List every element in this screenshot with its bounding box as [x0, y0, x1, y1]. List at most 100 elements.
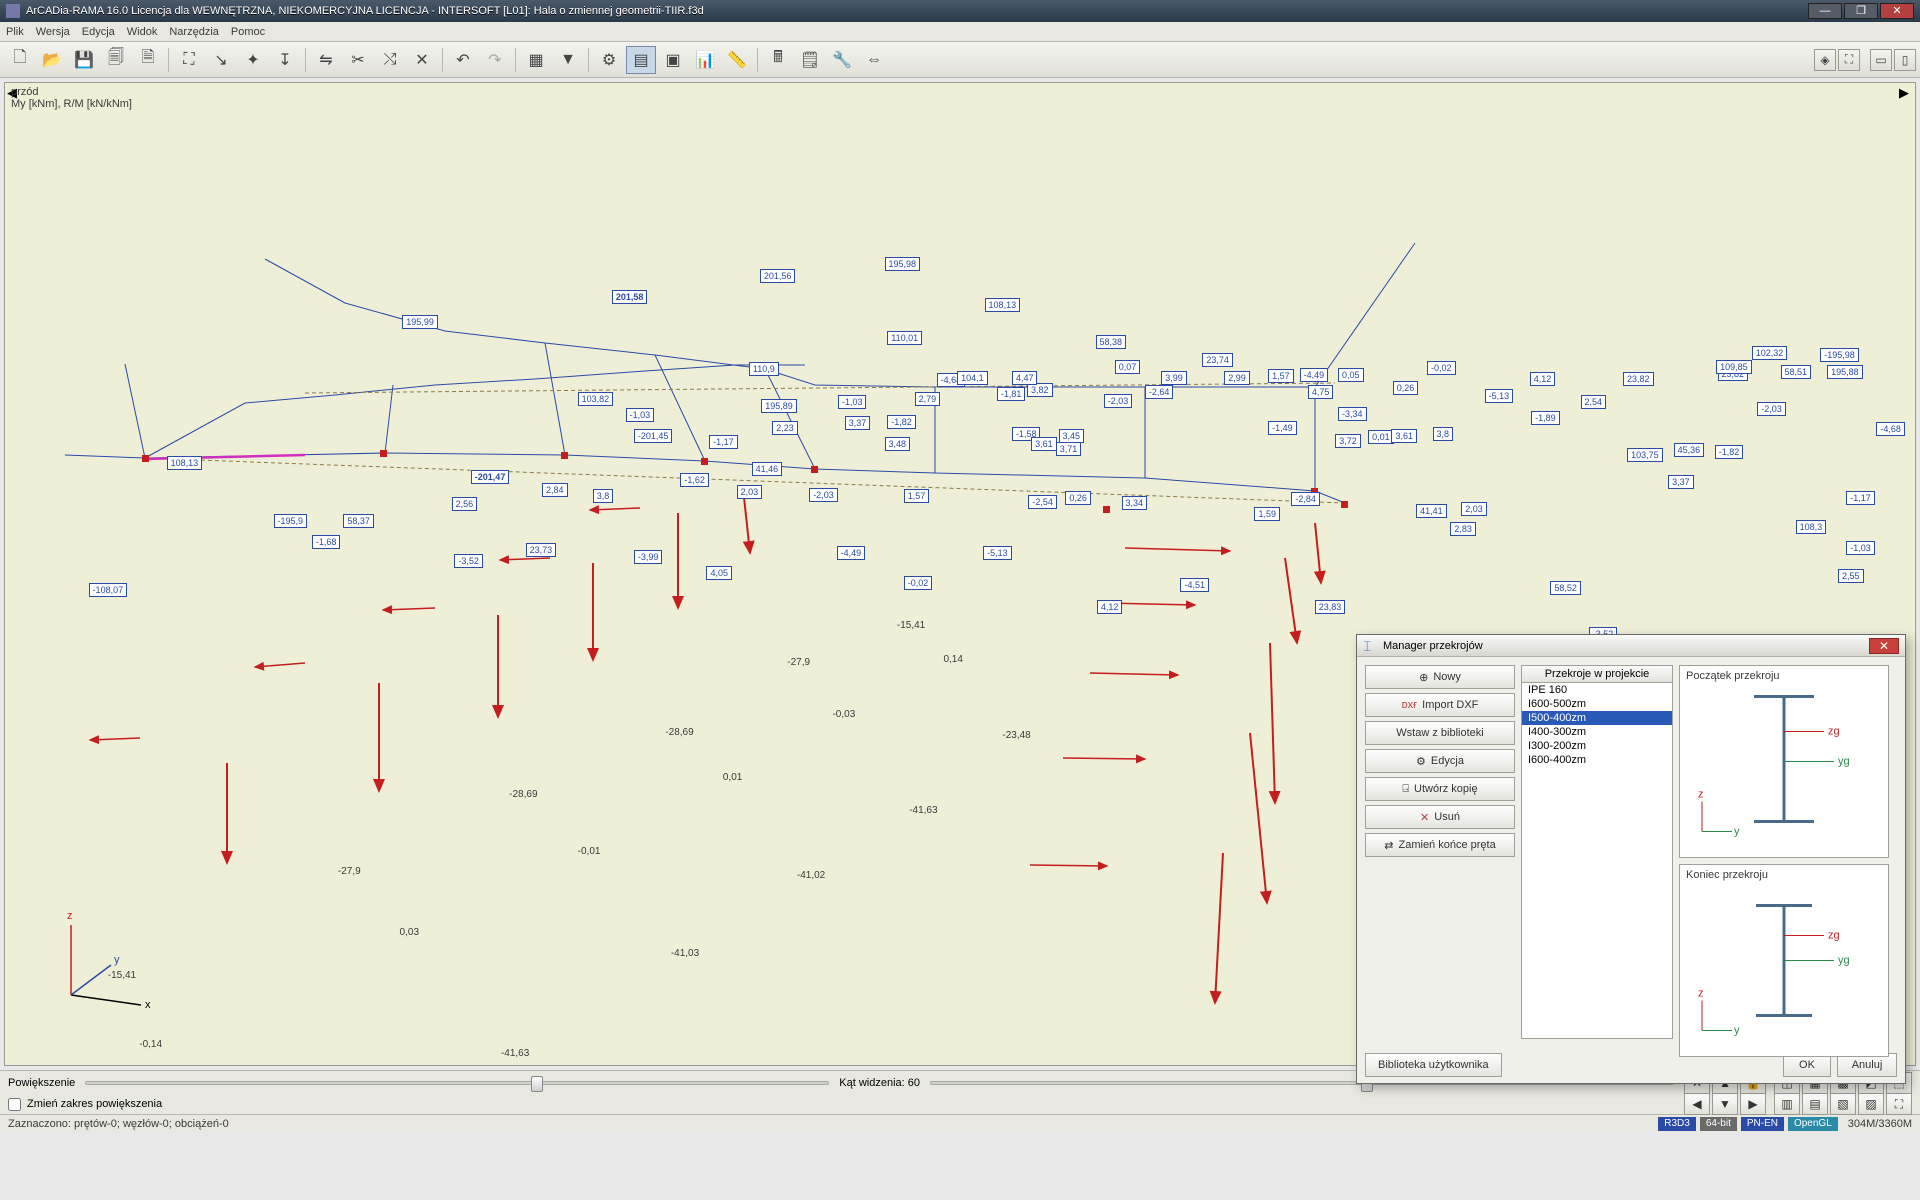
section-list-item[interactable]: I400-300zm	[1522, 725, 1672, 739]
moment-value-label: -4,51	[1180, 578, 1209, 592]
user-library-button[interactable]: Biblioteka użytkownika	[1365, 1053, 1502, 1077]
delete-icon[interactable]: ✕	[407, 46, 437, 74]
moment-value-label: 2,54	[1581, 395, 1607, 409]
new-section-button[interactable]: ⊕Nowy	[1365, 665, 1515, 689]
measure-icon[interactable]: 📏	[722, 46, 752, 74]
section-list-item[interactable]: I600-400zm	[1522, 753, 1672, 767]
copy-section-button[interactable]: ⍈Utwórz kopię	[1365, 777, 1515, 801]
zoom-range-checkbox[interactable]	[8, 1098, 21, 1111]
dimension-icon[interactable]: ⇔	[859, 46, 889, 74]
menu-tools[interactable]: Narzędzia	[169, 26, 219, 38]
save-file-icon[interactable]: 💾	[69, 46, 99, 74]
tag-engine: R3D3	[1658, 1117, 1696, 1131]
moment-value-label: 3,34	[1122, 496, 1148, 510]
window-close-button[interactable]: ✕	[1880, 3, 1914, 19]
results-icon[interactable]: 🗒	[795, 46, 825, 74]
svg-text:y: y	[1734, 1025, 1740, 1037]
moment-value-label: 2,79	[915, 392, 941, 406]
moment-value-label: 4,47	[1012, 371, 1038, 385]
gear-icon: ⚙	[1416, 755, 1426, 768]
view-btn5[interactable]: ⛶	[1886, 1093, 1912, 1115]
nav-right-btn[interactable]: ▶	[1740, 1093, 1766, 1115]
swap-ends-button[interactable]: ⇄Zamień końce pręta	[1365, 833, 1515, 857]
moment-value-label: 102,32	[1752, 346, 1788, 360]
section-list-item[interactable]: I300-200zm	[1522, 739, 1672, 753]
moment-value-label: -1,17	[709, 435, 738, 449]
moment-value-label: -0,02	[1427, 361, 1456, 375]
view-btn3[interactable]: ▧	[1830, 1093, 1856, 1115]
main-toolbar: 🗋 📂 💾 🗐 🗎 ⛶ ↘ ✦ ↧ ⇋ ✂ ⤭ ✕ ↶ ↷ ▦ ▼ ⚙ ▤ ▣ …	[0, 42, 1920, 78]
moment-value-label: 58,37	[343, 514, 374, 528]
menu-version[interactable]: Wersja	[36, 26, 70, 38]
3d-icon[interactable]: ▣	[658, 46, 688, 74]
report-icon[interactable]: 🗎	[133, 46, 163, 74]
reaction-value-label: 0,03	[400, 927, 419, 938]
dialog-title: Manager przekrojów	[1383, 640, 1863, 652]
moment-value-label: 23,74	[1202, 353, 1233, 367]
menu-view[interactable]: Widok	[127, 26, 158, 38]
moment-value-label: -2,54	[1028, 495, 1057, 509]
view-port1-icon[interactable]: ▭	[1870, 49, 1892, 71]
moment-value-label: 2,03	[1461, 502, 1487, 516]
insert-from-library-button[interactable]: Wstaw z biblioteki	[1365, 721, 1515, 745]
open-file-icon[interactable]: 📂	[37, 46, 67, 74]
maximize-button[interactable]: ❐	[1844, 3, 1878, 19]
view-btn2[interactable]: ▤	[1802, 1093, 1828, 1115]
svg-text:yg: yg	[1838, 756, 1850, 768]
nav-down-btn[interactable]: ▼	[1712, 1093, 1738, 1115]
section-list-item[interactable]: I600-500zm	[1522, 697, 1672, 711]
moment-value-label: 195,98	[885, 257, 921, 271]
nav-right-icon[interactable]: ▶	[1899, 85, 1913, 99]
cut-icon[interactable]: ✂	[343, 46, 373, 74]
mirror-icon[interactable]: ⇋	[311, 46, 341, 74]
settings-gear-icon[interactable]: ⚙	[594, 46, 624, 74]
section-list-item[interactable]: IPE 160	[1522, 683, 1672, 697]
moment-value-label: 23,82	[1623, 372, 1654, 386]
moment-value-label: -3,52	[454, 554, 483, 568]
view-iso-icon[interactable]: ◈	[1814, 49, 1836, 71]
new-file-icon[interactable]: 🗋	[5, 46, 35, 74]
window-title: ArCADia-RAMA 16.0 Licencja dla WEWNĘTRZN…	[26, 5, 1808, 17]
section-list: Przekroje w projekcie IPE 160I600-500zmI…	[1521, 665, 1673, 1039]
minimize-button[interactable]: —	[1808, 3, 1842, 19]
import-dxf-button[interactable]: ᴅxғImport DXF	[1365, 693, 1515, 717]
panel-toggle-icon[interactable]: ▤	[626, 46, 656, 74]
preview-end: Koniec przekroju zg yg z y	[1679, 864, 1889, 1057]
view-btn1[interactable]: ▥	[1774, 1093, 1800, 1115]
generator-icon[interactable]: ⛶	[174, 46, 204, 74]
save-as-icon[interactable]: 🗐	[101, 46, 131, 74]
menu-edit[interactable]: Edycja	[82, 26, 115, 38]
dialog-titlebar[interactable]: ⌶ Manager przekrojów ✕	[1357, 635, 1905, 657]
delete-section-button[interactable]: ✕Usuń	[1365, 805, 1515, 829]
nav-left-btn[interactable]: ◀	[1684, 1093, 1710, 1115]
svg-text:x: x	[145, 999, 151, 1011]
moment-value-label: -1,17	[1846, 491, 1875, 505]
reaction-value-label: -28,69	[509, 789, 537, 800]
edit-section-button[interactable]: ⚙Edycja	[1365, 749, 1515, 773]
zoom-slider[interactable]	[85, 1081, 829, 1085]
moment-value-label: 2,84	[542, 483, 568, 497]
view-btn4[interactable]: ▨	[1858, 1093, 1884, 1115]
merge-icon[interactable]: ⤭	[375, 46, 405, 74]
reaction-value-label: -28,69	[665, 727, 693, 738]
undo-icon[interactable]: ↶	[448, 46, 478, 74]
zoom-fit-icon[interactable]: ⛶	[1838, 49, 1860, 71]
menu-file[interactable]: Plik	[6, 26, 24, 38]
moment-value-label: -2,64	[1145, 385, 1174, 399]
view-port2-icon[interactable]: ▯	[1894, 49, 1916, 71]
load-icon[interactable]: ↧	[270, 46, 300, 74]
svg-text:zg: zg	[1828, 930, 1840, 942]
redo-icon[interactable]: ↷	[480, 46, 510, 74]
filter-icon[interactable]: ▼	[553, 46, 583, 74]
moment-value-label: 2,03	[737, 485, 763, 499]
calc-icon[interactable]: 🖩	[763, 46, 793, 74]
section-list-item[interactable]: I500-400zm	[1522, 711, 1672, 725]
node-icon[interactable]: ✦	[238, 46, 268, 74]
chart-icon[interactable]: 📊	[690, 46, 720, 74]
dialog-close-button[interactable]: ✕	[1869, 638, 1899, 654]
menu-help[interactable]: Pomoc	[231, 26, 265, 38]
tag-arch: 64-bit	[1700, 1117, 1737, 1131]
wrench-icon[interactable]: 🔧	[827, 46, 857, 74]
grid-icon[interactable]: ▦	[521, 46, 551, 74]
draw-beam-icon[interactable]: ↘	[206, 46, 236, 74]
